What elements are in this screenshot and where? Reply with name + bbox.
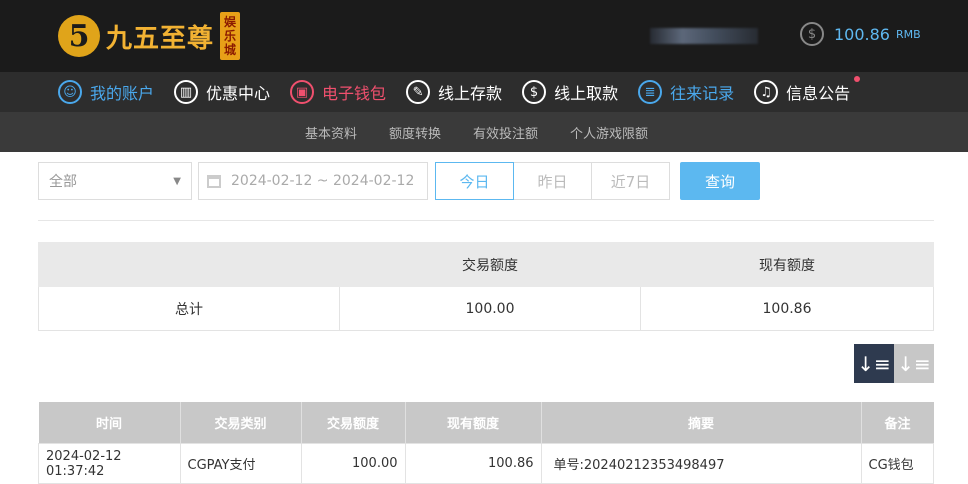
nav-label: 电子钱包 <box>322 84 387 103</box>
col-note: 备注 <box>861 402 934 444</box>
sort-desc-icon[interactable]: ↓≡ <box>854 344 894 383</box>
summary-row: 总计 100.00 100.86 <box>38 286 934 331</box>
cell-summary: 单号:20240212353498497 <box>540 443 862 484</box>
summary-amount: 100.00 <box>339 286 641 331</box>
nav-label: 线上存款 <box>438 84 503 103</box>
col-amount: 交易额度 <box>301 402 406 444</box>
balance-value: 100.86 <box>834 24 890 44</box>
query-button[interactable]: 查询 <box>680 162 760 200</box>
col-time: 时间 <box>38 402 181 444</box>
nav-label: 往来记录 <box>670 84 735 103</box>
last-7-days-button[interactable]: 近7日 <box>591 162 670 200</box>
nav-label: 我的账户 <box>90 84 155 103</box>
nav-item-wallet[interactable]: ▣ 电子钱包 <box>290 80 386 104</box>
main-nav: ☺ 我的账户 ▥ 优惠中心 ▣ 电子钱包 ✎ 线上存款 $ 线上取款 ≣ 往来记… <box>0 72 968 112</box>
type-select-value: 全部 <box>49 174 77 190</box>
user-icon: ☺ <box>58 80 82 104</box>
cell-note: CG钱包 <box>860 443 934 484</box>
subnav-valid-bets[interactable]: 有效投注额 <box>473 123 538 142</box>
nav-item-withdraw[interactable]: $ 线上取款 <box>522 80 618 104</box>
nav-label: 优惠中心 <box>206 84 271 103</box>
summary-header-cell: 现有额度 <box>640 242 934 287</box>
dollar-icon: $ <box>800 22 824 46</box>
cell-amount: 100.00 <box>300 443 406 484</box>
nav-item-announcements[interactable]: ♫ 信息公告 <box>754 76 861 104</box>
cell-balance: 100.86 <box>404 443 542 484</box>
logo-mark: 5 <box>58 15 100 57</box>
nav-label: 线上取款 <box>554 84 619 103</box>
brand-sub: 娱乐城 <box>220 12 241 60</box>
nav-label: 信息公告 <box>786 84 851 103</box>
sub-nav: 基本资料 额度转换 有效投注额 个人游戏限额 <box>0 112 968 152</box>
date-range-input[interactable]: 2024-02-12 ~ 2024-02-12 <box>198 162 428 200</box>
calendar-icon <box>207 174 221 188</box>
header-bar: 5 九五至尊 娱乐城 $ 100.86 RMB <box>0 0 968 72</box>
balance-currency: RMB <box>895 27 921 41</box>
subnav-transfer[interactable]: 额度转换 <box>389 123 441 142</box>
nav-item-account[interactable]: ☺ 我的账户 <box>58 80 154 104</box>
summary-table: 交易额度 现有额度 总计 100.00 100.86 <box>38 242 934 331</box>
col-type: 交易类别 <box>180 402 302 444</box>
brand-logo[interactable]: 5 九五至尊 娱乐城 <box>58 8 241 64</box>
summary-header-cell <box>38 242 340 287</box>
summary-label: 总计 <box>38 286 340 331</box>
today-button[interactable]: 今日 <box>435 162 514 200</box>
notification-dot <box>854 76 861 82</box>
nav-item-promotions[interactable]: ▥ 优惠中心 <box>174 80 270 104</box>
username-blurred <box>650 28 758 44</box>
nav-item-deposit[interactable]: ✎ 线上存款 <box>406 80 502 104</box>
wallet-icon: ▣ <box>290 80 315 104</box>
table-header-row: 时间 交易类别 交易额度 现有额度 摘要 备注 <box>38 402 934 444</box>
type-select[interactable]: 全部 ▼ <box>38 162 192 200</box>
col-summary: 摘要 <box>541 402 862 444</box>
summary-balance: 100.86 <box>640 286 934 331</box>
summary-header-cell: 交易额度 <box>339 242 641 287</box>
summary-header-row: 交易额度 现有额度 <box>38 242 934 287</box>
deposit-icon: ✎ <box>406 80 431 104</box>
yesterday-button[interactable]: 昨日 <box>513 162 592 200</box>
nav-item-records[interactable]: ≣ 往来记录 <box>638 80 734 104</box>
table-row: 2024-02-12 01:37:42 CGPAY支付 100.00 100.8… <box>38 443 934 484</box>
col-balance: 现有额度 <box>405 402 542 444</box>
subnav-profile[interactable]: 基本资料 <box>305 123 357 142</box>
divider <box>38 220 934 221</box>
quick-range-group: 今日 昨日 近7日 <box>435 162 670 200</box>
withdraw-icon: $ <box>522 80 547 104</box>
subnav-game-limits[interactable]: 个人游戏限额 <box>570 123 648 142</box>
filter-bar: 全部 ▼ 2024-02-12 ~ 2024-02-12 今日 昨日 近7日 查… <box>38 162 760 200</box>
balance-display: $ 100.86 RMB <box>800 22 921 46</box>
caret-down-icon: ▼ <box>173 175 181 187</box>
transaction-table: 时间 交易类别 交易额度 现有额度 摘要 备注 2024-02-12 01:37… <box>38 402 934 484</box>
gift-icon: ▥ <box>174 80 199 104</box>
brand-name: 九五至尊 <box>106 23 215 54</box>
sort-controls: ↓≡ ↓≡ <box>854 344 934 383</box>
sort-asc-icon[interactable]: ↓≡ <box>894 344 934 383</box>
bell-icon: ♫ <box>754 80 779 104</box>
date-range-value: 2024-02-12 ~ 2024-02-12 <box>231 173 415 189</box>
records-icon: ≣ <box>638 80 663 104</box>
cell-time: 2024-02-12 01:37:42 <box>38 443 181 484</box>
cell-type: CGPAY支付 <box>179 443 302 484</box>
